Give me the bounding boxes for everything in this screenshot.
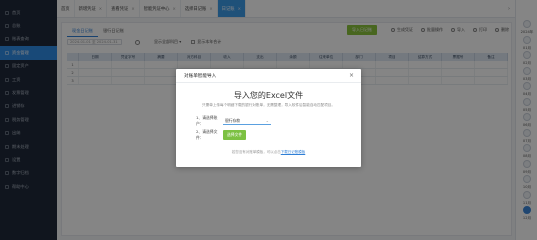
close-icon[interactable]: × xyxy=(349,72,354,79)
import-modal: 对账单智能导入 × 导入您的Excel文件 只需单上传每个明细下载的银行对账单，… xyxy=(176,69,361,167)
modal-title: 导入您的Excel文件 xyxy=(233,91,304,100)
step2-label: 2、请选择文件： xyxy=(196,129,218,140)
modal-description: 只需单上传每个明细下载的银行对账单，无需整理，导入软件后智能自动匹配项目。 xyxy=(202,103,335,107)
step-select-account: 1、请选择账户： 银行存款 ⌄ xyxy=(196,115,271,127)
modal-header: 对账单智能导入 xyxy=(176,69,361,83)
account-select[interactable]: 银行存款 ⌄ xyxy=(223,118,271,125)
download-template-link[interactable]: 下载日记账模板 xyxy=(281,150,306,154)
chevron-down-icon: ⌄ xyxy=(265,118,269,123)
step1-label: 1、请选择账户： xyxy=(196,115,218,126)
step-select-file: 2、请选择文件： 选择文件 xyxy=(196,129,247,141)
modal-footer: 若您没有对账单模板，可以点击下载日记账模板 xyxy=(231,150,306,154)
choose-file-button[interactable]: 选择文件 xyxy=(223,130,247,140)
